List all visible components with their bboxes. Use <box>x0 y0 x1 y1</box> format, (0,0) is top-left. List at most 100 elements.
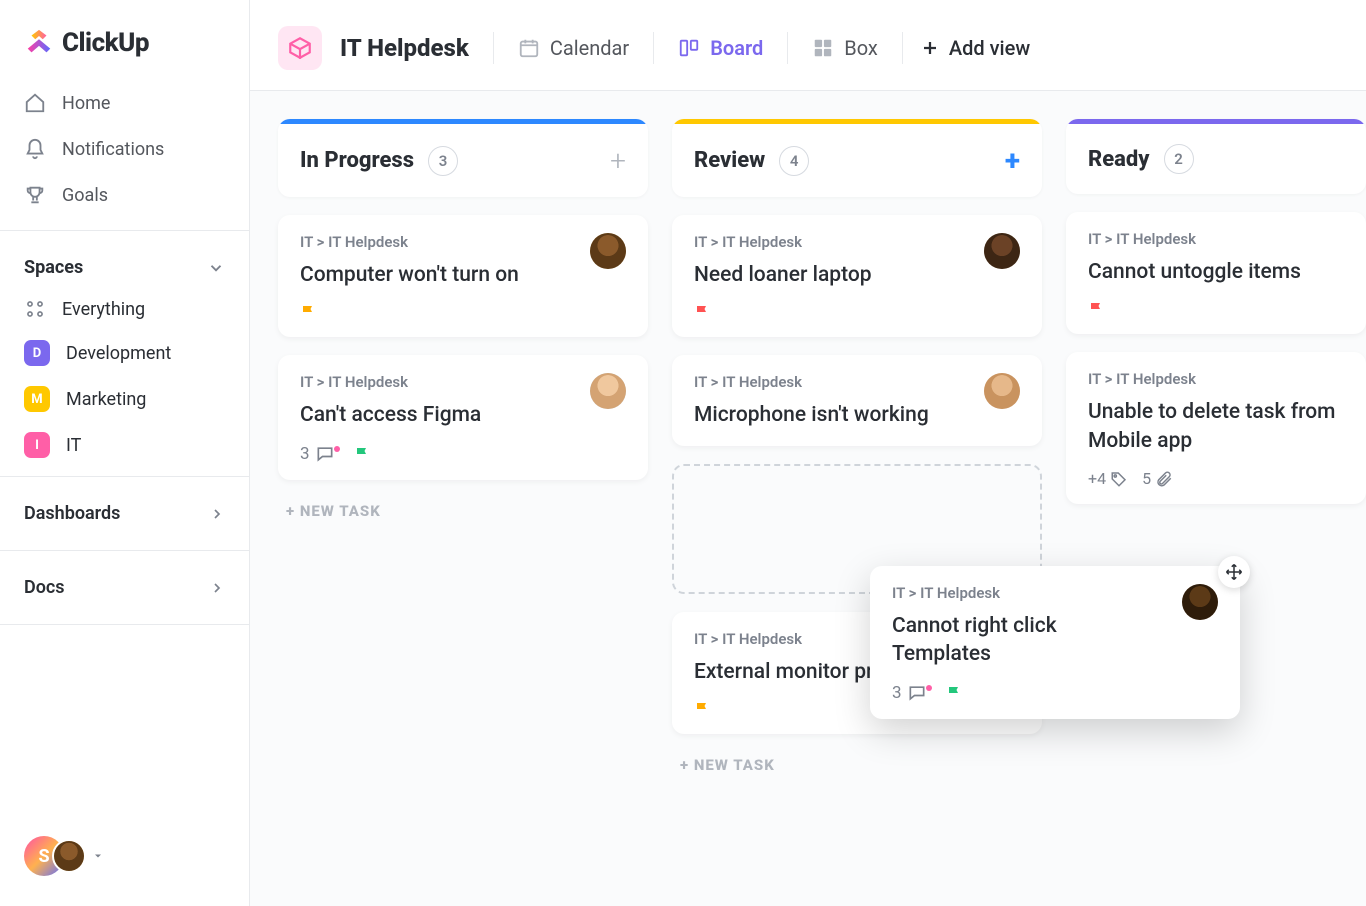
view-box[interactable]: Box <box>806 32 884 64</box>
card-breadcrumb: IT > IT Helpdesk <box>1088 230 1344 248</box>
sidebar-docs[interactable]: Docs <box>0 559 249 616</box>
flag-icon <box>300 303 318 321</box>
new-task-button[interactable]: + NEW TASK <box>278 498 648 524</box>
flag-icon <box>354 445 372 463</box>
comments-count[interactable]: 3 <box>300 444 340 464</box>
card-breadcrumb: IT > IT Helpdesk <box>300 233 519 251</box>
tag-icon <box>1110 470 1128 488</box>
task-card[interactable]: IT > IT Helpdesk Cannot untoggle items <box>1066 212 1366 334</box>
sidebar: ClickUp Home Notifications Goals Spaces … <box>0 0 250 906</box>
column-count: 3 <box>428 146 458 176</box>
plus-icon <box>921 39 939 57</box>
separator <box>493 32 494 64</box>
task-card[interactable]: IT > IT Helpdesk Can't access Figma 3 <box>278 355 648 479</box>
card-breadcrumb: IT > IT Helpdesk <box>1088 370 1344 388</box>
add-view[interactable]: Add view <box>921 36 1030 60</box>
card-title: Unable to delete task from Mobile app <box>1088 398 1338 455</box>
card-title: Can't access Figma <box>300 401 481 429</box>
space-development[interactable]: D Development <box>0 330 249 376</box>
move-icon <box>1218 556 1250 588</box>
view-board[interactable]: Board <box>672 32 769 64</box>
space-marketing[interactable]: M Marketing <box>0 376 249 422</box>
box-icon <box>287 35 313 61</box>
view-board-label: Board <box>710 36 763 60</box>
comments-count[interactable]: 3 <box>892 683 932 703</box>
new-task-button[interactable]: + NEW TASK <box>672 752 1042 778</box>
separator <box>902 32 903 64</box>
space-label: Marketing <box>66 389 146 410</box>
calendar-icon <box>518 37 540 59</box>
assignee-avatar[interactable] <box>590 233 626 269</box>
add-task-button[interactable]: + <box>610 144 626 177</box>
user-menu[interactable]: S <box>0 818 249 906</box>
dragging-task-card[interactable]: IT > IT Helpdesk Cannot right click Temp… <box>870 566 1240 719</box>
tag-count[interactable]: +4 <box>1088 469 1128 488</box>
grid-icon <box>812 37 834 59</box>
chevron-down-icon <box>207 259 225 277</box>
divider <box>0 230 249 231</box>
assignee-avatar[interactable] <box>984 373 1020 409</box>
space-label: Development <box>66 343 171 364</box>
card-breadcrumb: IT > IT Helpdesk <box>694 373 929 391</box>
column-in-progress: In Progress 3 + IT > IT Helpdesk Compute… <box>278 119 648 524</box>
sidebar-docs-label: Docs <box>24 577 65 598</box>
bell-icon <box>24 138 46 160</box>
nav-notifications[interactable]: Notifications <box>0 126 249 172</box>
caret-down-icon <box>92 850 104 862</box>
main: IT Helpdesk Calendar Board Box Add view <box>250 0 1366 906</box>
card-title: Microphone isn't working <box>694 401 929 429</box>
column-count: 4 <box>779 146 809 176</box>
column-title: In Progress <box>300 148 414 173</box>
view-calendar-label: Calendar <box>550 36 629 60</box>
nav-home[interactable]: Home <box>0 80 249 126</box>
card-title: Need loaner laptop <box>694 261 872 289</box>
view-calendar[interactable]: Calendar <box>512 32 635 64</box>
nav-home-label: Home <box>62 93 110 114</box>
space-badge: I <box>24 432 50 458</box>
workspace-title: IT Helpdesk <box>340 34 469 62</box>
assignee-avatar[interactable] <box>1182 584 1218 620</box>
avatar-stack: S <box>24 836 86 876</box>
card-breadcrumb: IT > IT Helpdesk <box>694 233 872 251</box>
card-title: Computer won't turn on <box>300 261 519 289</box>
spaces-header[interactable]: Spaces <box>0 239 249 288</box>
view-box-label: Box <box>844 36 878 60</box>
assignee-avatar[interactable] <box>590 373 626 409</box>
home-icon <box>24 92 46 114</box>
assignee-avatar[interactable] <box>984 233 1020 269</box>
sidebar-dashboards[interactable]: Dashboards <box>0 485 249 542</box>
chevron-right-icon <box>209 506 225 522</box>
column-title: Ready <box>1088 147 1150 172</box>
space-badge: M <box>24 386 50 412</box>
comment-icon <box>907 683 927 703</box>
task-card[interactable]: IT > IT Helpdesk Unable to delete task f… <box>1066 352 1366 504</box>
task-card[interactable]: IT > IT Helpdesk Need loaner laptop <box>672 215 1042 337</box>
clickup-logo-icon <box>24 28 54 58</box>
divider <box>0 476 249 477</box>
flag-icon <box>1088 300 1106 318</box>
logo[interactable]: ClickUp <box>0 0 249 76</box>
divider <box>0 624 249 625</box>
add-task-button[interactable]: + <box>1005 144 1020 177</box>
column-count: 2 <box>1164 144 1194 174</box>
board-area: In Progress 3 + IT > IT Helpdesk Compute… <box>250 91 1366 906</box>
divider <box>0 550 249 551</box>
topbar: IT Helpdesk Calendar Board Box Add view <box>250 0 1366 91</box>
comment-icon <box>315 444 335 464</box>
attachment-count[interactable]: 5 <box>1142 469 1173 488</box>
workspace-icon[interactable] <box>278 26 322 70</box>
card-title: Cannot right click Templates <box>892 612 1142 669</box>
nav-goals[interactable]: Goals <box>0 172 249 218</box>
card-breadcrumb: IT > IT Helpdesk <box>892 584 1142 602</box>
space-it[interactable]: I IT <box>0 422 249 468</box>
add-view-label: Add view <box>949 36 1030 60</box>
column-title: Review <box>694 148 765 173</box>
user-avatar <box>52 839 86 873</box>
column-ready: Ready 2 IT > IT Helpdesk Cannot untoggle… <box>1066 119 1366 522</box>
task-card[interactable]: IT > IT Helpdesk Microphone isn't workin… <box>672 355 1042 445</box>
flag-icon <box>694 700 712 718</box>
sidebar-dashboards-label: Dashboards <box>24 503 120 524</box>
task-card[interactable]: IT > IT Helpdesk Computer won't turn on <box>278 215 648 337</box>
card-title: Cannot untoggle items <box>1088 258 1338 286</box>
space-everything[interactable]: Everything <box>0 288 249 330</box>
